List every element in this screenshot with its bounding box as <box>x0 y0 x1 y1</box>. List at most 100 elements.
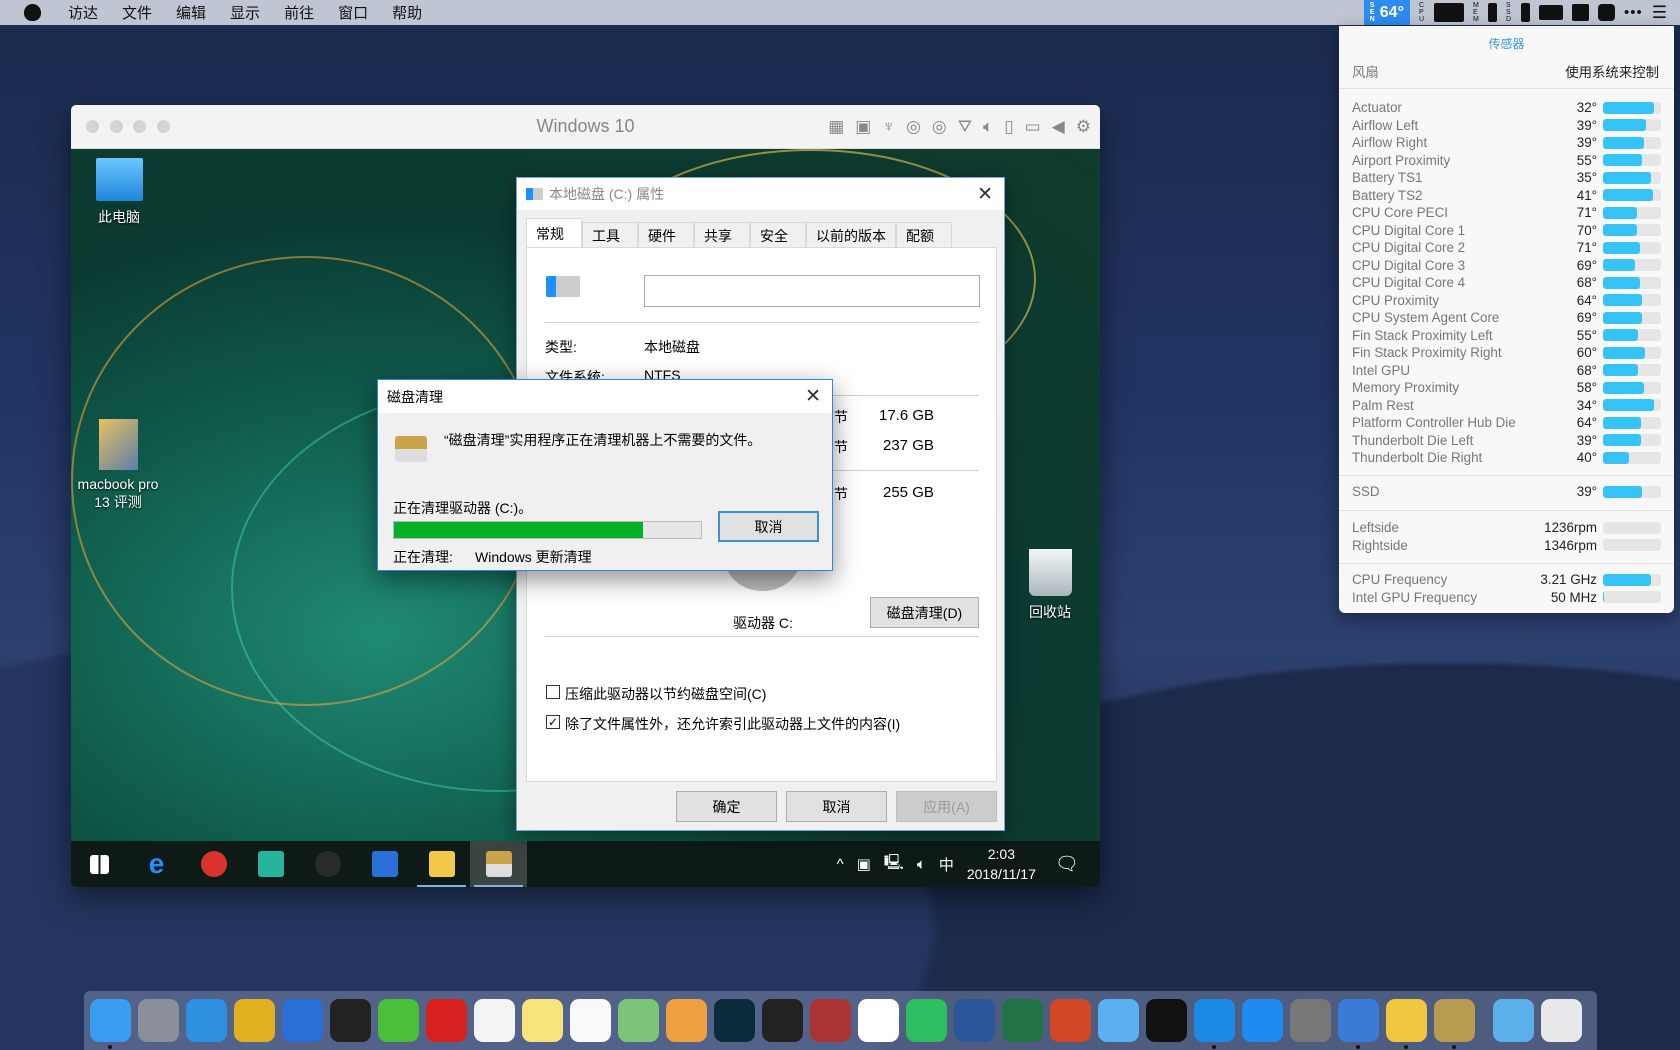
dock-wechat-icon[interactable] <box>378 999 419 1042</box>
tab-sharing[interactable]: 共享 <box>694 222 750 248</box>
battery-icon[interactable]: ▣ <box>857 855 871 873</box>
index-checkbox[interactable]: ✓ <box>546 715 560 729</box>
taskbar-edge[interactable]: e <box>128 841 185 887</box>
back-icon[interactable]: ◀ <box>1052 117 1065 137</box>
list-icon[interactable]: ☰ <box>1652 3 1667 23</box>
dock-notes-icon[interactable] <box>522 999 563 1042</box>
dock-powerpoint-icon[interactable] <box>1050 999 1091 1042</box>
dock-maps-icon[interactable] <box>618 999 659 1042</box>
compress-checkbox[interactable] <box>546 685 560 699</box>
ok-button[interactable]: 确定 <box>676 791 777 822</box>
desktop-icon-this-pc[interactable]: 此电脑 <box>71 158 167 227</box>
cancel-cleanup-button[interactable]: 取消 <box>718 511 819 542</box>
desktop-icon-folder[interactable]: macbook pro 13 评测 <box>71 419 166 512</box>
tab-quota[interactable]: 配额 <box>896 222 952 248</box>
dock-app-store-icon[interactable] <box>1242 999 1283 1042</box>
dock-mail-cn-icon[interactable] <box>426 999 467 1042</box>
network-icon[interactable] <box>1538 5 1563 20</box>
dialog-title-bar[interactable]: 磁盘清理 ✕ <box>378 380 832 413</box>
cancel-button[interactable]: 取消 <box>786 791 887 822</box>
grid-icon[interactable] <box>1597 4 1615 21</box>
dock-twitterrific-icon[interactable] <box>1098 999 1139 1042</box>
drive-name-input[interactable] <box>644 275 980 307</box>
vm-title-bar[interactable]: Windows 10 ▦ ▣ ♆ ◎ ◎ ⛛ 🔈︎ ▯ ▭ ◀ ⚙ <box>71 105 1100 149</box>
sound-icon[interactable]: 🔈︎ <box>983 117 993 137</box>
start-button[interactable] <box>71 841 128 887</box>
menu-file[interactable]: 文件 <box>110 2 164 23</box>
usb-icon[interactable]: ♆ <box>882 117 895 137</box>
tab-security[interactable]: 安全 <box>750 222 806 248</box>
dock-kiwi-icon[interactable] <box>1146 999 1187 1042</box>
volume-icon[interactable]: 🔈︎ <box>917 856 926 873</box>
tab-general[interactable]: 常规 <box>526 218 582 248</box>
dock-photoshop-icon[interactable] <box>714 999 755 1042</box>
cpu-icon[interactable]: ▣ <box>855 117 871 137</box>
menu-window[interactable]: 窗口 <box>326 2 380 23</box>
network-icon[interactable]: ⛛ <box>958 117 972 137</box>
tab-tools[interactable]: 工具 <box>582 222 638 248</box>
dock-dictionary-icon[interactable] <box>810 999 851 1042</box>
taskbar-ccleaner[interactable] <box>185 841 242 887</box>
dock-folder-icon[interactable] <box>1386 999 1427 1049</box>
menu-edit[interactable]: 编辑 <box>164 2 218 23</box>
dock-safari-icon[interactable] <box>186 999 227 1042</box>
dock-photos-icon[interactable] <box>666 999 707 1042</box>
compress-label[interactable]: 压缩此驱动器以节约磁盘空间(C) <box>565 684 766 704</box>
keyboard-icon[interactable]: ▦ <box>828 117 844 137</box>
network-icon[interactable]: 🖳︎ <box>884 852 904 877</box>
dock-launchpad-icon[interactable] <box>138 999 179 1042</box>
dock-excel-icon[interactable] <box>1002 999 1043 1042</box>
apple-icon[interactable] <box>24 4 41 21</box>
menu-go[interactable]: 前往 <box>272 2 326 23</box>
cd-icon[interactable]: ◎ <box>906 117 921 137</box>
dock-preview-icon[interactable] <box>1338 999 1379 1049</box>
apply-button[interactable]: 应用(A) <box>896 791 997 822</box>
taskbar-nx2[interactable] <box>299 841 356 887</box>
menu-help[interactable]: 帮助 <box>380 2 434 23</box>
taskbar-file-explorer[interactable] <box>413 841 470 887</box>
dock-ia-writer-icon[interactable] <box>858 999 899 1042</box>
taskbar-artstudio[interactable] <box>356 841 413 887</box>
taskbar-disk-cleanup[interactable] <box>470 841 527 887</box>
dock-word-icon[interactable] <box>954 999 995 1042</box>
taskbar-green-app[interactable] <box>242 841 299 887</box>
dock-artstudio-icon[interactable] <box>282 999 323 1042</box>
close-button[interactable]: ✕ <box>805 385 821 408</box>
gear-icon[interactable]: ⚙ <box>1076 117 1091 137</box>
menu-view[interactable]: 显示 <box>218 2 272 23</box>
dock-downloads-icon[interactable] <box>1493 999 1534 1042</box>
layout-icon[interactable] <box>1571 4 1589 21</box>
cd2-icon[interactable]: ◎ <box>932 117 947 137</box>
dock-windows-vm-icon[interactable] <box>1194 999 1235 1049</box>
disk-cleanup-button[interactable]: 磁盘清理(D) <box>870 597 979 628</box>
cpu-graph-icon[interactable] <box>1433 3 1464 22</box>
dock-system-preferences-icon[interactable] <box>1290 999 1331 1042</box>
device-icon[interactable]: ▯ <box>1004 117 1013 137</box>
close-button[interactable]: ✕ <box>977 183 993 206</box>
disk-gauge-icon[interactable] <box>1520 3 1530 22</box>
dock-finder-icon[interactable] <box>90 999 131 1049</box>
dialog-title-bar[interactable]: 本地磁盘 (C:) 属性 ✕ <box>517 178 1004 210</box>
more-icon[interactable]: ••• <box>1624 4 1643 21</box>
tab-previous-versions[interactable]: 以前的版本 <box>806 222 896 248</box>
dock-disk-cleanup-icon[interactable] <box>1434 999 1475 1049</box>
shared-folder-icon[interactable]: ▭ <box>1025 117 1041 137</box>
dock-calendar-icon[interactable] <box>474 999 515 1042</box>
dock-chrome-icon[interactable] <box>234 999 275 1042</box>
dock-evernote-icon[interactable] <box>906 999 947 1042</box>
menu-finder[interactable]: 访达 <box>56 2 110 23</box>
index-label[interactable]: 除了文件属性外，还允许索引此驱动器上文件的内容(I) <box>565 714 900 734</box>
action-center-icon[interactable]: 🗨︎ <box>1055 852 1079 876</box>
chevron-up-icon[interactable]: ^ <box>837 856 844 873</box>
ime-indicator[interactable]: 中 <box>939 854 954 875</box>
tab-hardware[interactable]: 硬件 <box>638 222 694 248</box>
dock-reminders-icon[interactable] <box>570 999 611 1042</box>
sensor-status-item[interactable]: SEN 64° <box>1363 0 1410 25</box>
dock-qq-icon[interactable] <box>330 999 371 1042</box>
dock-nx2-icon[interactable] <box>762 999 803 1042</box>
desktop-icon-recycle-bin[interactable]: 回收站 <box>1002 549 1098 622</box>
clock[interactable]: 2:03 2018/11/17 <box>967 844 1036 884</box>
dock-trash-icon[interactable] <box>1541 999 1582 1042</box>
memory-gauge-icon[interactable] <box>1487 3 1497 22</box>
fan-mode[interactable]: 使用系统来控制 <box>1565 61 1659 81</box>
